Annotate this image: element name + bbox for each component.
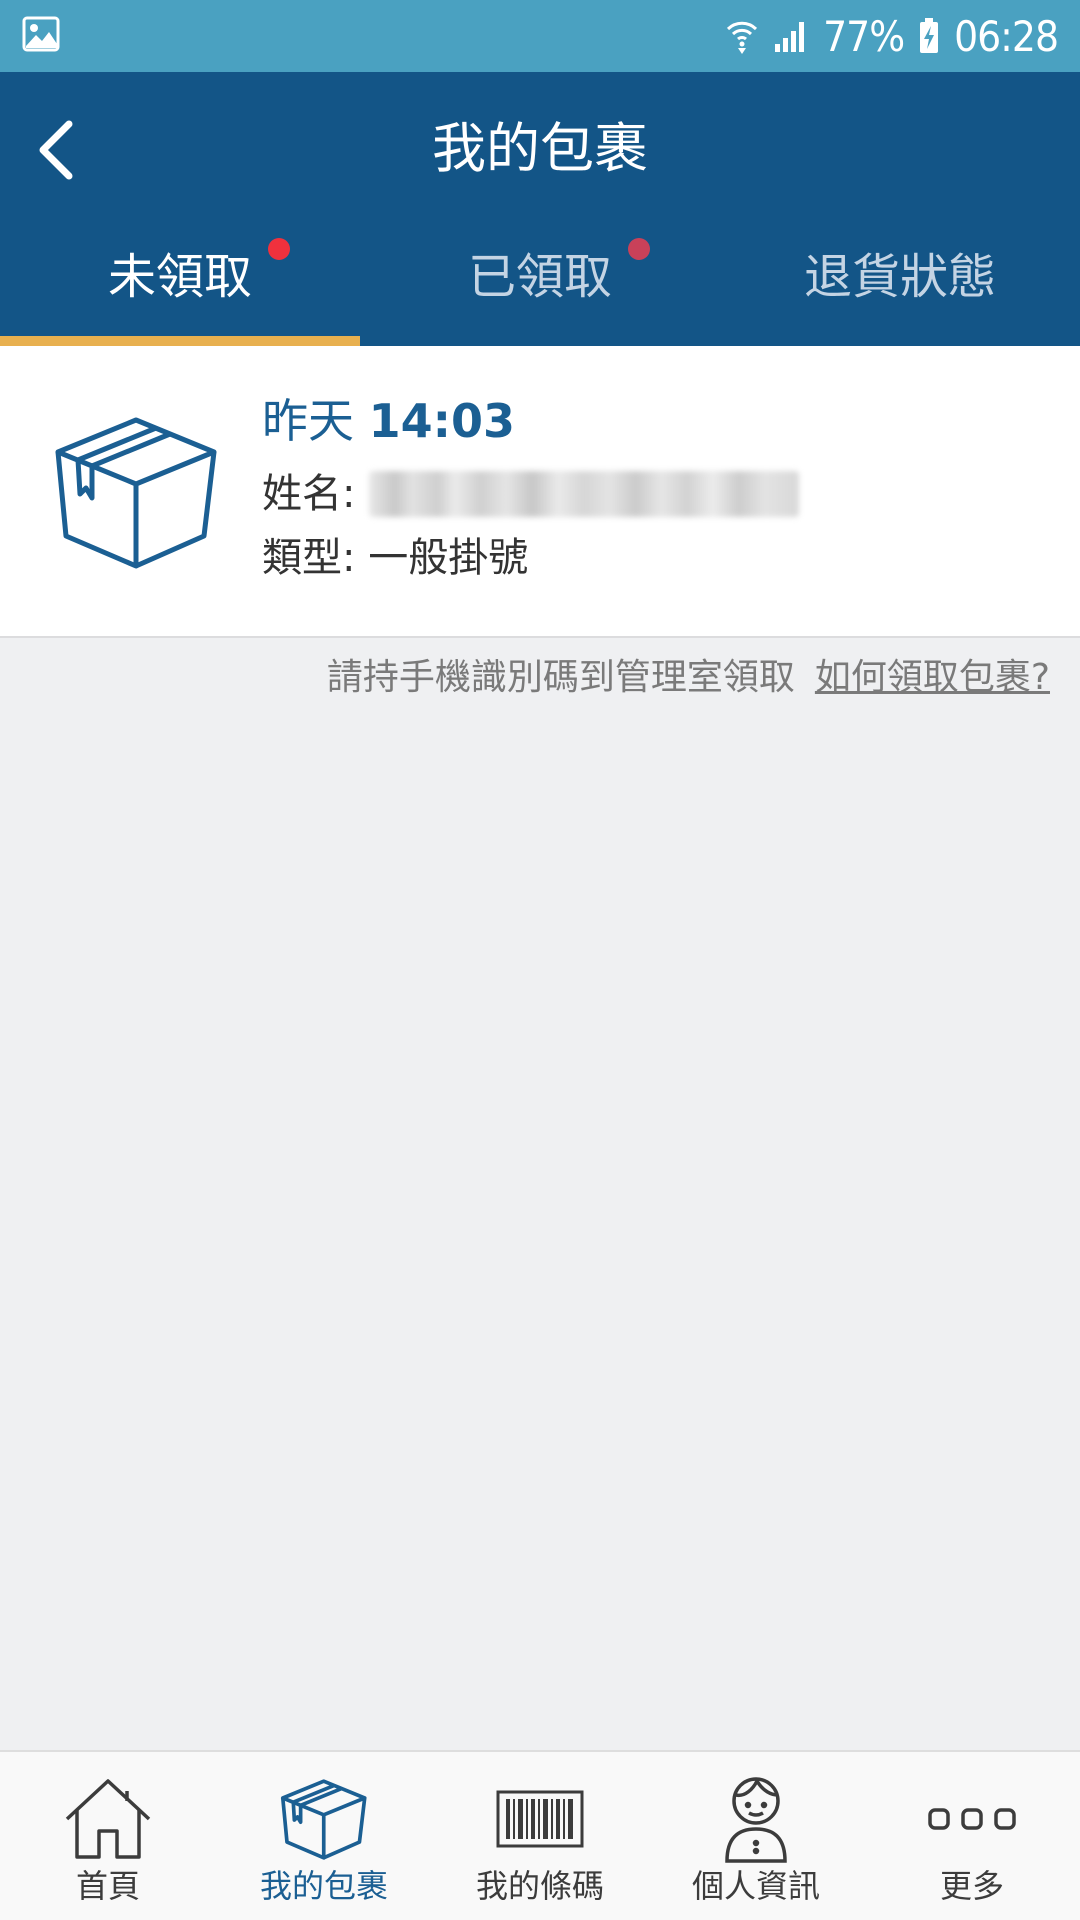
- barcode-icon: [492, 1774, 588, 1864]
- pickup-hint: 請持手機識別碼到管理室領取 如何領取包裹?: [327, 650, 1050, 706]
- wifi-icon: [725, 17, 759, 55]
- nav-label: 首頁: [75, 1867, 140, 1905]
- package-card[interactable]: 昨天 14:03 姓名: 類型: 一般掛號: [0, 346, 1080, 638]
- nav-label: 我的包裹: [259, 1867, 388, 1905]
- name-label: 姓名:: [262, 471, 356, 517]
- pickup-hint-text: 請持手機識別碼到管理室領取: [326, 657, 795, 698]
- page-title: 我的包裹: [432, 117, 648, 180]
- status-bar: 77% 06:28: [0, 0, 1080, 72]
- package-date-label: 昨天: [262, 394, 354, 448]
- package-box-icon: [54, 412, 219, 572]
- tab-label: 未領取: [107, 249, 252, 305]
- tab-bar: 未領取 已領取 退貨狀態: [0, 218, 1080, 346]
- battery-charging-icon: [918, 17, 940, 55]
- bottom-nav: 首頁 我的包裹 我的條碼 個人資訊 更多: [0, 1750, 1080, 1920]
- signal-icon: [773, 18, 809, 54]
- tab-claimed[interactable]: 已領取: [360, 218, 720, 346]
- nav-my-packages[interactable]: 我的包裹: [216, 1752, 432, 1920]
- nav-label: 更多: [939, 1867, 1004, 1905]
- package-box-icon: [276, 1774, 372, 1864]
- battery-percent: 77%: [823, 11, 905, 61]
- package-time-value: 14:03: [368, 394, 516, 448]
- unread-dot: [628, 238, 650, 260]
- package-recipient: 姓名:: [262, 464, 800, 524]
- clock: 06:28: [954, 11, 1059, 61]
- nav-my-barcode[interactable]: 我的條碼: [432, 1752, 648, 1920]
- image-notification-icon: [22, 16, 60, 56]
- type-label: 類型:: [262, 535, 356, 581]
- nav-label: 我的條碼: [475, 1867, 604, 1905]
- tab-label: 退貨狀態: [803, 249, 996, 305]
- tab-label: 已領取: [467, 249, 612, 305]
- nav-profile[interactable]: 個人資訊: [648, 1752, 864, 1920]
- package-type: 類型: 一般掛號: [262, 528, 528, 588]
- tab-return-status[interactable]: 退貨狀態: [720, 218, 1080, 346]
- nav-home[interactable]: 首頁: [0, 1752, 216, 1920]
- active-tab-indicator: [0, 336, 360, 346]
- redacted-name: [369, 471, 800, 517]
- how-to-pickup-link[interactable]: 如何領取包裹?: [815, 650, 1050, 706]
- package-time: 昨天 14:03: [262, 388, 515, 454]
- nav-label: 個人資訊: [691, 1867, 820, 1905]
- nav-more[interactable]: 更多: [864, 1752, 1080, 1920]
- person-icon: [708, 1774, 804, 1864]
- more-dots-icon: [924, 1774, 1020, 1864]
- app-header: 我的包裹 未領取 已領取 退貨狀態: [0, 72, 1080, 346]
- home-icon: [60, 1774, 156, 1864]
- tab-unclaimed[interactable]: 未領取: [0, 218, 360, 346]
- type-value: 一般掛號: [368, 535, 529, 581]
- unread-dot: [268, 238, 290, 260]
